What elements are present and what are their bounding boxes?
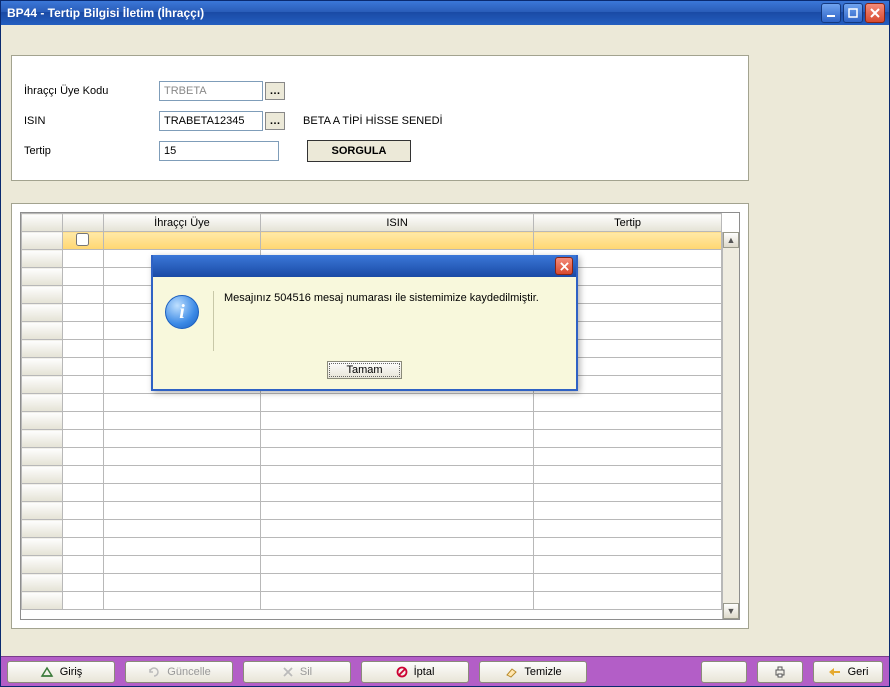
eraser-icon xyxy=(504,666,518,678)
print-button[interactable] xyxy=(757,661,803,683)
cancel-button[interactable]: İptal xyxy=(361,661,469,683)
enter-button-label: Giriş xyxy=(60,666,83,678)
dialog-ok-button[interactable]: Tamam xyxy=(327,361,401,379)
printer-icon xyxy=(773,666,787,678)
window-title: BP44 - Tertip Bilgisi İletim (İhraççı) xyxy=(7,6,821,20)
titlebar[interactable]: BP44 - Tertip Bilgisi İletim (İhraççı) xyxy=(1,1,889,25)
table-row[interactable] xyxy=(22,520,722,538)
info-icon: i xyxy=(165,295,199,329)
search-form-panel: İhraççı Üye Kodu … ISIN … BETA A TİPİ Hİ… xyxy=(11,55,749,181)
tertip-input[interactable] xyxy=(159,141,279,161)
table-row[interactable] xyxy=(22,592,722,610)
back-button[interactable]: Geri xyxy=(813,661,883,683)
isin-input[interactable] xyxy=(159,111,263,131)
refresh-icon xyxy=(147,666,161,678)
minimize-icon xyxy=(826,8,836,18)
delete-icon xyxy=(282,666,294,678)
checkbox-column xyxy=(62,214,103,232)
scroll-down-button[interactable]: ▼ xyxy=(723,603,739,619)
cancel-icon xyxy=(396,666,408,678)
query-button[interactable]: SORGULA xyxy=(307,140,411,162)
dialog-close-button[interactable] xyxy=(555,257,573,275)
isin-description: BETA A TİPİ HİSSE SENEDİ xyxy=(303,115,443,127)
maximize-icon xyxy=(848,8,858,18)
app-window: BP44 - Tertip Bilgisi İletim (İhraççı) İ… xyxy=(0,0,890,687)
issuer-column-header[interactable]: İhraççı Üye xyxy=(103,214,260,232)
table-row[interactable] xyxy=(22,394,722,412)
table-row[interactable] xyxy=(22,232,722,250)
bottom-toolbar: Giriş Güncelle Sil İptal Temizle Geri xyxy=(1,656,889,686)
issuer-code-lookup-button[interactable]: … xyxy=(265,82,285,100)
isin-lookup-button[interactable]: … xyxy=(265,112,285,130)
update-button-label: Güncelle xyxy=(167,666,210,678)
enter-button[interactable]: Giriş xyxy=(7,661,115,683)
isin-label: ISIN xyxy=(24,115,159,127)
isin-column-header[interactable]: ISIN xyxy=(261,214,534,232)
clear-button-label: Temizle xyxy=(524,666,561,678)
update-button[interactable]: Güncelle xyxy=(125,661,233,683)
table-row[interactable] xyxy=(22,466,722,484)
table-row[interactable] xyxy=(22,448,722,466)
grid-scrollbar[interactable]: ▲ ▼ xyxy=(722,232,739,619)
tertip-column-header[interactable]: Tertip xyxy=(534,214,722,232)
clear-button[interactable]: Temizle xyxy=(479,661,587,683)
table-row[interactable] xyxy=(22,430,722,448)
row-header-column xyxy=(22,214,63,232)
info-dialog: i Mesajınız 504516 mesaj numarası ile si… xyxy=(151,255,578,391)
enter-icon xyxy=(40,666,54,678)
table-row[interactable] xyxy=(22,502,722,520)
scroll-track[interactable] xyxy=(723,248,739,603)
back-button-label: Geri xyxy=(848,666,869,678)
dialog-message: Mesajınız 504516 mesaj numarası ile sist… xyxy=(213,291,539,351)
issuer-code-input[interactable] xyxy=(159,81,263,101)
table-row[interactable] xyxy=(22,538,722,556)
scroll-up-button[interactable]: ▲ xyxy=(723,232,739,248)
close-icon xyxy=(870,8,880,18)
table-row[interactable] xyxy=(22,574,722,592)
table-row[interactable] xyxy=(22,484,722,502)
close-icon xyxy=(560,262,569,271)
minimize-button[interactable] xyxy=(821,3,841,23)
table-row[interactable] xyxy=(22,412,722,430)
row-checkbox[interactable] xyxy=(76,233,89,246)
delete-button-label: Sil xyxy=(300,666,312,678)
maximize-button[interactable] xyxy=(843,3,863,23)
extra-button-1[interactable] xyxy=(701,661,747,683)
tertip-label: Tertip xyxy=(24,145,159,157)
delete-button[interactable]: Sil xyxy=(243,661,351,683)
table-row[interactable] xyxy=(22,556,722,574)
dialog-titlebar[interactable] xyxy=(153,255,576,277)
back-arrow-icon xyxy=(828,667,842,677)
close-button[interactable] xyxy=(865,3,885,23)
issuer-code-label: İhraççı Üye Kodu xyxy=(24,85,159,97)
cancel-button-label: İptal xyxy=(414,666,435,678)
